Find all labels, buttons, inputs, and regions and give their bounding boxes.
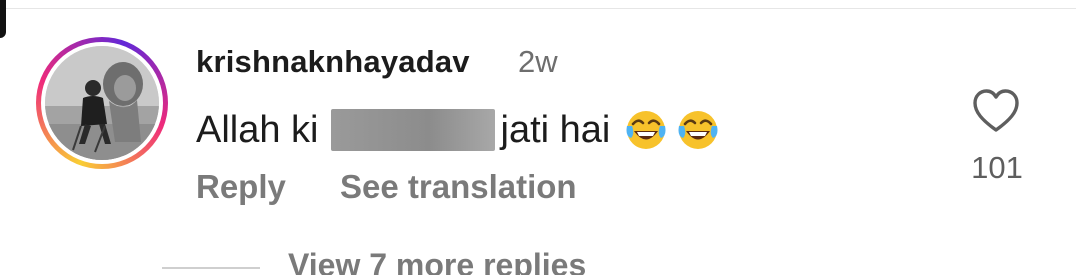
like-count: 101 — [971, 150, 1023, 185]
corner-edge — [0, 0, 6, 38]
see-translation-button[interactable]: See translation — [340, 168, 577, 206]
avatar[interactable] — [45, 46, 159, 160]
comment-text-end: jati hai — [500, 108, 611, 151]
reply-button[interactable]: Reply — [196, 168, 286, 206]
replies-divider — [162, 267, 260, 269]
story-ring[interactable] — [36, 37, 168, 169]
heart-icon[interactable] — [972, 88, 1020, 134]
tears-of-joy-emoji-icon — [678, 111, 718, 149]
comment-text-start: Allah ki — [196, 108, 319, 151]
comment-thread: krishnaknhayadav 2w Allah ki jati hai Re… — [0, 0, 1076, 275]
top-divider — [0, 0, 1076, 9]
view-more-replies-button[interactable]: View 7 more replies — [288, 247, 586, 275]
comment-username[interactable]: krishnaknhayadav — [196, 44, 470, 80]
redaction-block — [330, 109, 495, 151]
comment-timestamp: 2w — [518, 44, 558, 79]
tears-of-joy-emoji-icon — [626, 111, 666, 149]
comment-text: Allah ki jati hai — [196, 108, 720, 152]
